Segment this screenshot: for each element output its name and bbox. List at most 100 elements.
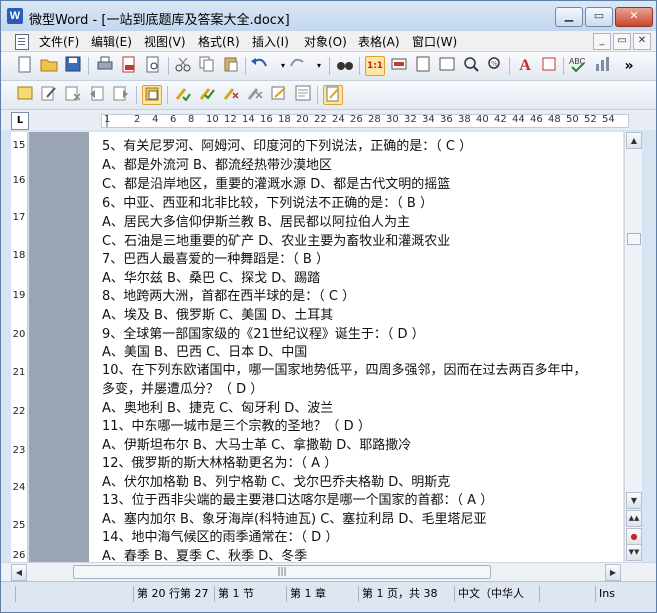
text-line: A、伏尔加格勒 B、列宁格勒 C、戈尔巴乔夫格勒 D、明斯克 — [102, 475, 451, 490]
scroll-down-icon[interactable]: ▼ — [626, 492, 642, 509]
ruler-number: 18 — [278, 114, 291, 125]
zoom-icon[interactable] — [461, 56, 481, 76]
text-line: C、石油是三地重要的矿产 D、农业主要为畜牧业和灌溉农业 — [102, 234, 451, 249]
ruler-number: 24 — [332, 114, 345, 125]
spell-check-icon[interactable]: ABC — [568, 56, 588, 76]
vertical-ruler[interactable]: 15 16 17 18 19 20 21 22 23 24 25 26 — [11, 132, 28, 562]
toolbar-separator — [563, 57, 564, 75]
close-button[interactable]: ✕ — [615, 7, 653, 27]
menu-window[interactable]: 窗口(W) — [412, 33, 457, 50]
note-icon[interactable] — [15, 85, 35, 105]
save-icon[interactable] — [63, 56, 83, 76]
show-markup-icon[interactable] — [269, 85, 289, 105]
pdf-export-icon[interactable] — [119, 56, 139, 76]
text-line: 13、位于西非尖端的最主要港口达喀尔是哪一个国家的首都：（ A ） — [102, 493, 494, 508]
paste-icon[interactable] — [221, 56, 241, 76]
horizontal-scroll-thumb[interactable]: ||| — [73, 565, 491, 579]
horizontal-scrollbar[interactable]: ◀ ||| ▶ — [1, 562, 656, 581]
review-toolbar — [1, 81, 656, 110]
horizontal-ruler[interactable]: 1 2 4 6 8 10 12 14 16 18 20 22 24 26 28 30 32 34 36 38 40 42 4… — [101, 114, 629, 128]
menu-insert[interactable]: 插入(I) — [252, 33, 289, 50]
zoom-percent-icon[interactable]: % — [485, 56, 505, 76]
delete-note-icon[interactable] — [63, 85, 83, 105]
status-insert-mode[interactable]: Ins — [595, 586, 639, 602]
app-window: W 微型Word - [一站到底题库及答案大全.docx] ▁ ▭ ✕ 文件(F… — [0, 0, 657, 613]
protect-document-icon[interactable] — [323, 85, 343, 105]
restore-button[interactable]: ▭ — [585, 7, 613, 27]
text-line: C、都是沿岸地区，重要的灌溉水源 D、都是古代文明的摇篮 — [102, 177, 451, 192]
toolbar-overflow-icon[interactable]: » — [619, 56, 639, 76]
scroll-left-icon[interactable]: ◀ — [11, 564, 27, 581]
minimize-button[interactable]: ▁ — [555, 7, 583, 27]
vruler-number: 22 — [12, 406, 26, 417]
doc-close-button[interactable]: ✕ — [633, 33, 651, 50]
reviewing-pane-icon[interactable] — [293, 85, 313, 105]
doc-minimize-button[interactable]: _ — [593, 33, 611, 50]
text-line: 6、中亚、西亚和北非比较，下列说法不正确的是：（ B ） — [102, 196, 433, 211]
statistics-icon[interactable] — [592, 56, 612, 76]
layout-view-icon[interactable] — [389, 56, 409, 76]
font-color-icon[interactable]: A — [515, 56, 535, 76]
text-line: A、埃及 B、俄罗斯 C、美国 D、土耳其 — [102, 308, 334, 323]
browse-object-icon[interactable]: ● — [626, 528, 642, 545]
previous-page-icon[interactable]: ▲▲ — [626, 510, 642, 527]
reject-all-icon[interactable] — [245, 85, 265, 105]
ruler-number: 54 — [602, 114, 615, 125]
undo-icon[interactable] — [250, 56, 270, 76]
menu-file[interactable]: 文件(F) — [39, 33, 79, 50]
next-page-icon[interactable]: ▼▼ — [626, 544, 642, 561]
ruler-number: 40 — [476, 114, 489, 125]
redo-dropdown-icon[interactable]: ▾ — [309, 56, 329, 76]
text-line: 9、全球第一部国家级的《21世纪议程》诞生于：（ D ） — [102, 327, 425, 342]
open-folder-icon[interactable] — [39, 56, 59, 76]
reject-change-icon[interactable] — [221, 85, 241, 105]
previous-note-icon[interactable] — [87, 85, 107, 105]
vruler-number: 26 — [12, 550, 26, 561]
doc-restore-button[interactable]: ▭ — [613, 33, 631, 50]
text-box-icon[interactable] — [539, 56, 559, 76]
print-preview-icon[interactable] — [143, 56, 163, 76]
tab-stop-selector[interactable]: L — [11, 112, 29, 130]
scroll-up-icon[interactable]: ▲ — [626, 132, 642, 149]
vruler-number: 20 — [12, 329, 26, 340]
toolbar-separator — [317, 86, 318, 104]
ruler-number: 14 — [242, 114, 255, 125]
text-line: A、伊斯坦布尔 B、大马士革 C、拿撒勒 D、耶路撒冷 — [102, 438, 412, 453]
new-document-icon[interactable] — [15, 56, 35, 76]
vertical-scrollbar[interactable]: ▲ ▼ ▲▲ ● ▼▼ — [624, 132, 642, 562]
ruler-number: 28 — [368, 114, 381, 125]
menu-object[interactable]: 对象(O) — [304, 33, 347, 50]
cut-icon[interactable] — [173, 56, 193, 76]
status-bar: 第 20 行第 27 第 1 节 第 1 章 第 1 页，共 38 中文（中华人… — [1, 581, 656, 612]
next-note-icon[interactable] — [111, 85, 131, 105]
edit-note-icon[interactable] — [39, 85, 59, 105]
vruler-number: 23 — [12, 445, 26, 456]
copy-icon[interactable] — [197, 56, 217, 76]
menu-edit[interactable]: 编辑(E) — [91, 33, 132, 50]
menu-format[interactable]: 格式(R) — [198, 33, 240, 50]
document-icon[interactable] — [15, 34, 29, 50]
title-bar: W 微型Word - [一站到底题库及答案大全.docx] ▁ ▭ ✕ — [1, 1, 656, 31]
toolbar-separator — [136, 86, 137, 104]
menu-view[interactable]: 视图(V) — [144, 33, 186, 50]
status-page: 第 1 页，共 38 — [358, 586, 452, 602]
accept-change-icon[interactable] — [173, 85, 193, 105]
print-icon[interactable] — [95, 56, 115, 76]
menu-table[interactable]: 表格(A) — [358, 33, 400, 50]
text-line: A、春季 B、夏季 C、秋季 D、冬季 — [102, 549, 308, 562]
text-line: 12、俄罗斯的斯大林格勒更名为：（ A ） — [102, 456, 338, 471]
vertical-scroll-thumb[interactable] — [627, 233, 641, 245]
ruler-number: 12 — [224, 114, 237, 125]
document-page[interactable]: 5、有关尼罗河、阿姆河、印度河的下列说法，正确的是：（ C ） A、都是外流河 … — [89, 132, 623, 562]
redo-icon[interactable] — [287, 56, 307, 76]
page-view-icon[interactable]: 1:1 — [365, 56, 385, 76]
text-line: 5、有关尼罗河、阿姆河、印度河的下列说法，正确的是：（ C ） — [102, 139, 473, 154]
text-line: A、塞内加尔 B、象牙海岸(科特迪瓦) C、塞拉利昂 D、毛里塔尼亚 — [102, 512, 487, 527]
track-changes-icon[interactable] — [142, 85, 162, 105]
accept-all-icon[interactable] — [197, 85, 217, 105]
status-empty-cell — [15, 586, 131, 602]
scroll-right-icon[interactable]: ▶ — [605, 564, 621, 581]
full-screen-icon[interactable] — [437, 56, 457, 76]
outline-view-icon[interactable] — [413, 56, 433, 76]
find-binoculars-icon[interactable] — [335, 56, 355, 76]
